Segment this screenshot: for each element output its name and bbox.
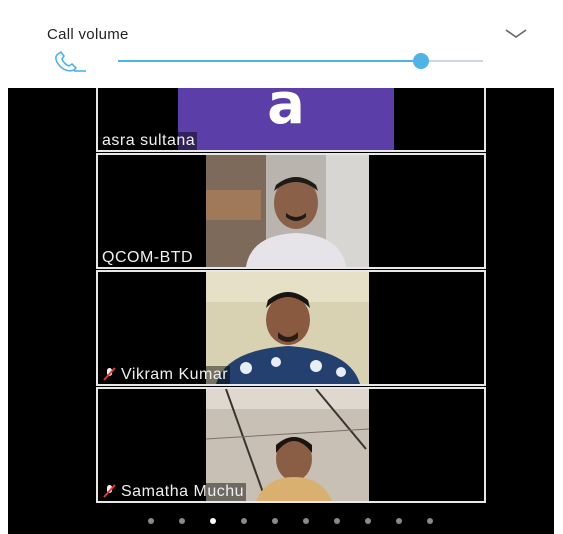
participant-tile-2[interactable]: QCOM-BTD [96, 153, 486, 269]
page-dot[interactable] [427, 518, 433, 524]
participant-tile-1[interactable]: a asra sultana [96, 88, 486, 152]
page-dot[interactable] [272, 518, 278, 524]
participant-name: Vikram Kumar [100, 366, 231, 384]
page-dot[interactable] [365, 518, 371, 524]
avatar-letter: a [267, 88, 305, 137]
participant-name-text: Vikram Kumar [121, 366, 229, 383]
slider-fill [118, 60, 421, 62]
page-indicator [8, 516, 554, 526]
slider-thumb[interactable] [412, 53, 429, 69]
participant-name: Samatha Muchu [100, 483, 247, 501]
page-dot[interactable] [241, 518, 247, 524]
page-dot[interactable] [179, 518, 185, 524]
chevron-down-icon[interactable] [505, 28, 527, 40]
participant-tile-3[interactable]: Vikram Kumar [96, 270, 486, 386]
video-frame [206, 272, 369, 384]
participant-avatar: a [178, 88, 394, 150]
participant-name-text: QCOM-BTD [102, 249, 194, 266]
participant-name-text: asra sultana [102, 132, 196, 149]
video-frame [206, 155, 369, 267]
mic-muted-icon [103, 484, 116, 498]
page-dot[interactable] [396, 518, 402, 524]
participant-name: asra sultana [100, 132, 198, 150]
participant-name: QCOM-BTD [100, 249, 196, 267]
page-dot[interactable] [303, 518, 309, 524]
participant-name-text: Samatha Muchu [121, 483, 245, 500]
participant-video [206, 155, 369, 267]
call-volume-slider[interactable] [118, 53, 483, 69]
participant-tile-4[interactable]: Samatha Muchu [96, 387, 486, 503]
phone-icon [55, 51, 86, 72]
page-dot[interactable] [334, 518, 340, 524]
participant-video [206, 272, 369, 384]
video-call-grid: a asra sultana QCOM-BTD Vikram Kumar Sam… [8, 88, 554, 534]
mic-muted-icon [103, 367, 116, 381]
page-dot[interactable] [148, 518, 154, 524]
call-volume-title: Call volume [47, 26, 129, 43]
call-volume-panel: Call volume [0, 0, 563, 88]
page-dot[interactable] [210, 518, 216, 524]
